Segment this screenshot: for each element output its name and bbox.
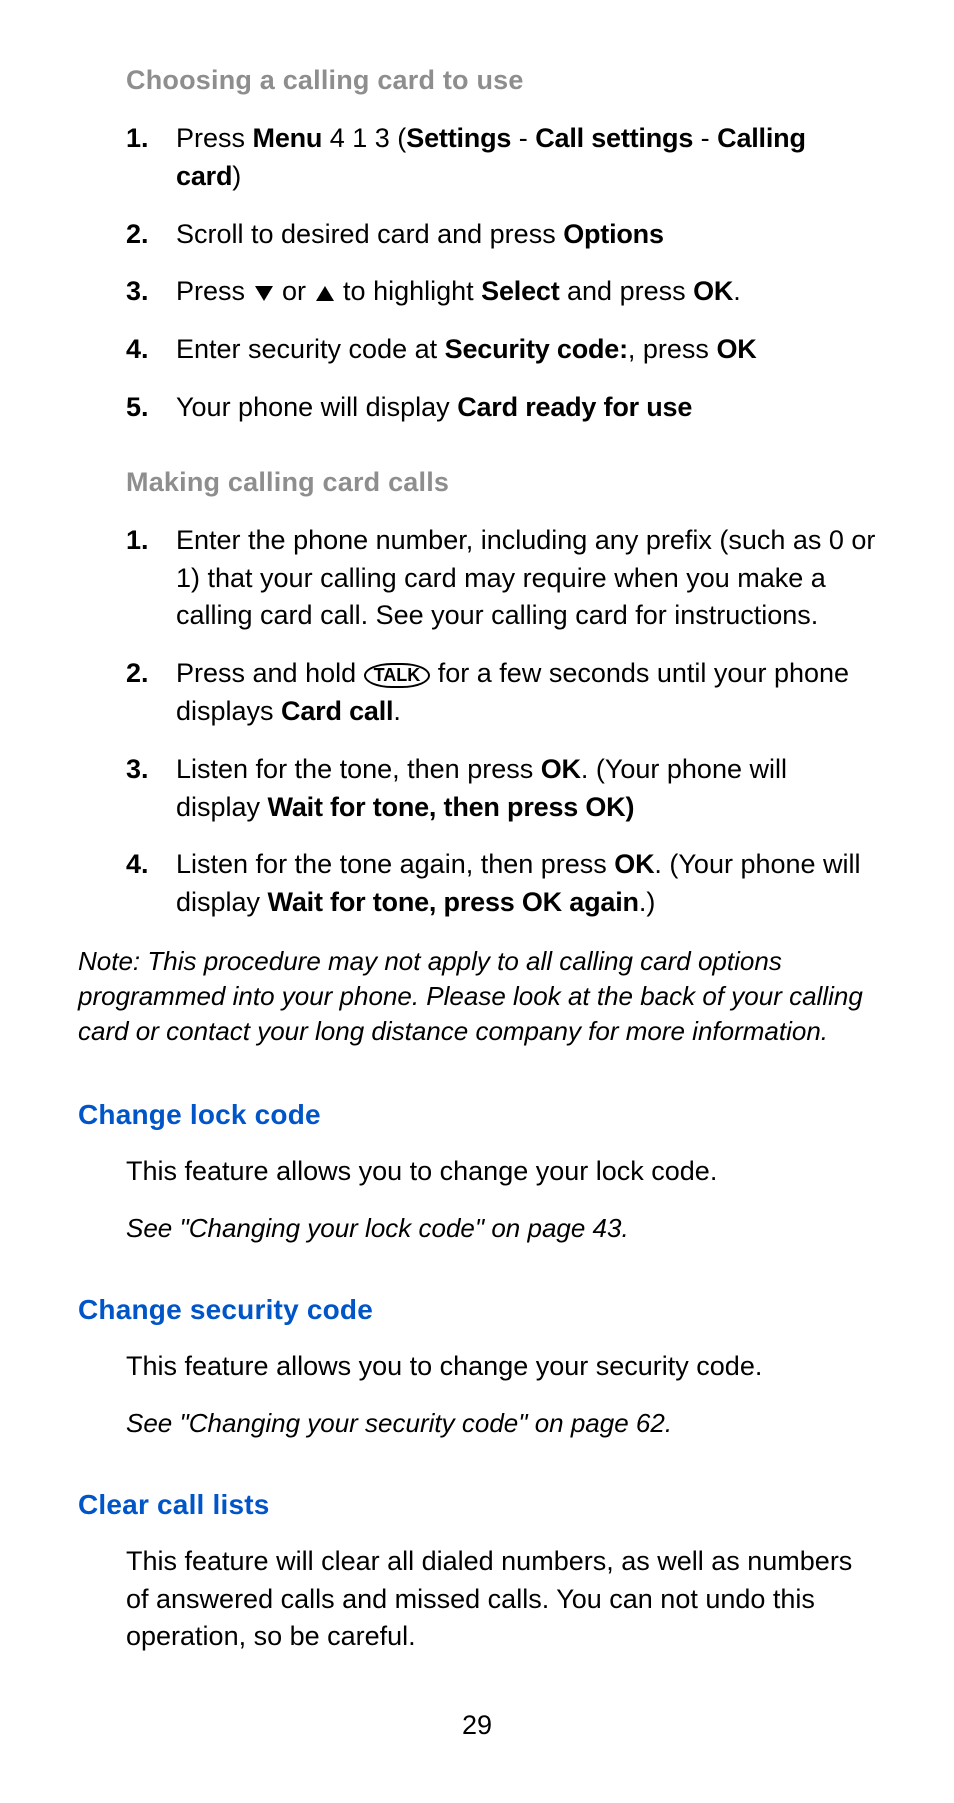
- step-text: Listen for the tone, then press: [176, 754, 541, 784]
- body-text: This feature will clear all dialed numbe…: [126, 1543, 876, 1656]
- choosing-steps-list: 1. Press Menu 4 1 3 (Settings - Call set…: [126, 120, 876, 427]
- cross-reference: See "Changing your security code" on pag…: [126, 1408, 876, 1439]
- list-item: 2. Press and hold TALK for a few seconds…: [126, 655, 876, 731]
- list-item: 1. Press Menu 4 1 3 (Settings - Call set…: [126, 120, 876, 196]
- bold-text: OK: [693, 276, 733, 306]
- step-number: 3.: [126, 273, 149, 311]
- step-text: Enter the phone number, including any pr…: [176, 525, 875, 631]
- section-heading-change-security: Change security code: [78, 1294, 876, 1326]
- step-number: 1.: [126, 120, 149, 158]
- bold-text: OK: [614, 849, 654, 879]
- step-number: 3.: [126, 751, 149, 789]
- section-heading-change-lock: Change lock code: [78, 1099, 876, 1131]
- body-text: This feature allows you to change your s…: [126, 1348, 876, 1386]
- sub-heading-choosing: Choosing a calling card to use: [126, 65, 876, 96]
- bold-text: Select: [481, 276, 559, 306]
- step-text: .): [639, 887, 656, 917]
- step-text: Enter security code at: [176, 334, 445, 364]
- list-item: 3. Listen for the tone, then press OK. (…: [126, 751, 876, 827]
- step-text: .: [733, 276, 741, 306]
- talk-button-icon: TALK: [364, 663, 431, 688]
- step-text: to highlight: [336, 276, 482, 306]
- page-number: 29: [0, 1710, 954, 1741]
- section-heading-clear-call: Clear call lists: [78, 1489, 876, 1521]
- sub-heading-making: Making calling card calls: [126, 467, 876, 498]
- step-text: 4 1 3 (: [322, 123, 406, 153]
- step-text: Press: [176, 276, 253, 306]
- bold-text: OK: [541, 754, 581, 784]
- step-text: -: [693, 123, 717, 153]
- step-text: , press: [628, 334, 717, 364]
- step-text: and press: [560, 276, 694, 306]
- step-text: Your phone will display: [176, 392, 457, 422]
- bold-text: Options: [563, 219, 664, 249]
- step-text: or: [275, 276, 314, 306]
- step-number: 5.: [126, 389, 149, 427]
- making-steps-list: 1. Enter the phone number, including any…: [126, 522, 876, 922]
- bold-text: Security code:: [445, 334, 628, 364]
- step-text: .: [393, 696, 401, 726]
- bold-text: Wait for tone, then press OK): [268, 792, 635, 822]
- step-text: Scroll to desired card and press: [176, 219, 563, 249]
- list-item: 4. Enter security code at Security code:…: [126, 331, 876, 369]
- bold-text: Settings: [406, 123, 511, 153]
- triangle-down-icon: [255, 286, 273, 301]
- step-number: 2.: [126, 216, 149, 254]
- list-item: 3. Press or to highlight Select and pres…: [126, 273, 876, 311]
- cross-reference: See "Changing your lock code" on page 43…: [126, 1213, 876, 1244]
- bold-text: Card call: [281, 696, 393, 726]
- bold-text: Card ready for use: [457, 392, 692, 422]
- bold-text: Wait for tone, press OK again: [268, 887, 639, 917]
- bold-text: Menu: [253, 123, 323, 153]
- list-item: 5. Your phone will display Card ready fo…: [126, 389, 876, 427]
- step-text: ): [232, 161, 241, 191]
- note-text: Note: This procedure may not apply to al…: [78, 944, 876, 1049]
- bold-text: Call settings: [535, 123, 693, 153]
- triangle-up-icon: [316, 286, 334, 301]
- body-text: This feature allows you to change your l…: [126, 1153, 876, 1191]
- step-text: Listen for the tone again, then press: [176, 849, 614, 879]
- step-text: Press: [176, 123, 253, 153]
- list-item: 1. Enter the phone number, including any…: [126, 522, 876, 635]
- step-text: -: [511, 123, 535, 153]
- step-text: Press and hold: [176, 658, 364, 688]
- list-item: 4. Listen for the tone again, then press…: [126, 846, 876, 922]
- list-item: 2. Scroll to desired card and press Opti…: [126, 216, 876, 254]
- bold-text: OK: [716, 334, 756, 364]
- step-number: 4.: [126, 846, 149, 884]
- step-number: 2.: [126, 655, 149, 693]
- step-number: 4.: [126, 331, 149, 369]
- step-number: 1.: [126, 522, 149, 560]
